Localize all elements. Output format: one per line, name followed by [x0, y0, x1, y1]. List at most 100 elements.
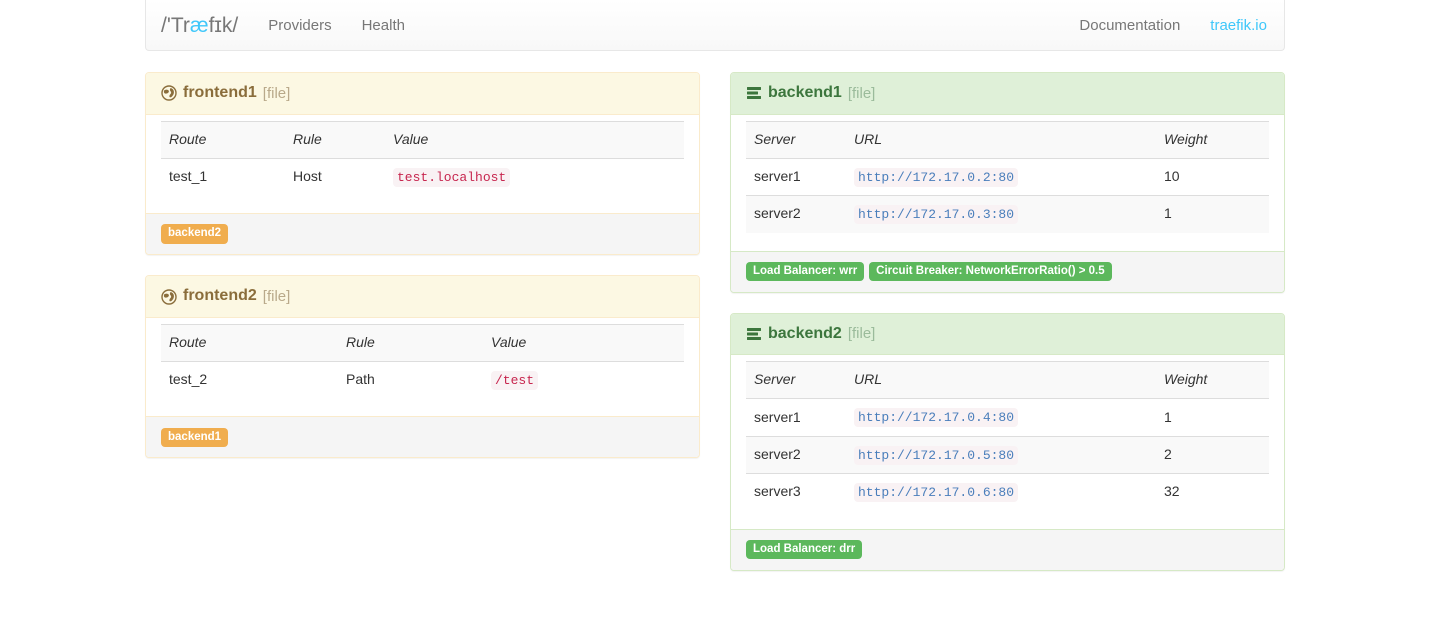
cell-value: test.localhost — [385, 158, 684, 195]
backend-table-wrap: Server URL Weight server1 http://172.17.… — [731, 355, 1284, 528]
backends-column: backend1 [file] Server URL Weight — [730, 72, 1285, 591]
column-header-url: URL — [846, 362, 1156, 399]
cell-server: server1 — [746, 399, 846, 436]
brand-logo[interactable]: /'Træfɪk/ — [146, 15, 253, 36]
frontends-column: frontend1 [file] Route Rule Value — [145, 72, 700, 478]
column-header-route: Route — [161, 324, 338, 361]
frontend-panel-title: frontend2 [file] — [161, 286, 684, 307]
brand-suffix: fɪk/ — [209, 14, 239, 37]
frontend-panel-heading: frontend2 [file] — [146, 276, 699, 318]
frontend-table-wrap: Route Rule Value test_1 Host test.localh… — [146, 115, 699, 213]
backend-panel-heading: backend2 [file] — [731, 314, 1284, 356]
table-row: server2 http://172.17.0.5:80 2 — [746, 436, 1269, 473]
frontend-panel-body: Route Rule Value test_2 Path /test — [146, 318, 699, 416]
backend-panel-body: Server URL Weight server1 http://172.17.… — [731, 115, 1284, 251]
nav-link-documentation[interactable]: Documentation — [1064, 0, 1195, 51]
rule-value-code: /test — [491, 371, 538, 390]
nav-link-traefik-io[interactable]: traefik.io — [1195, 0, 1282, 51]
frontend-name: frontend1 — [183, 83, 257, 104]
nav-link-providers[interactable]: Providers — [253, 0, 346, 51]
server-stack-icon — [746, 85, 762, 101]
table-header-row: Server URL Weight — [746, 362, 1269, 399]
backend-panel-footer: Load Balancer: drr — [731, 529, 1284, 570]
frontend-panel-heading: frontend1 [file] — [146, 73, 699, 115]
cell-weight: 10 — [1156, 158, 1269, 195]
column-header-server: Server — [746, 362, 846, 399]
column-header-weight: Weight — [1156, 121, 1269, 158]
table-row: server1 http://172.17.0.4:80 1 — [746, 399, 1269, 436]
table-header-row: Route Rule Value — [161, 324, 684, 361]
frontend-routes-table: Route Rule Value test_1 Host test.localh… — [161, 121, 684, 195]
nav-link-health[interactable]: Health — [347, 0, 420, 51]
frontend-panel: frontend1 [file] Route Rule Value — [145, 72, 700, 255]
backend-link-badge[interactable]: backend2 — [161, 224, 228, 244]
cell-url: http://172.17.0.3:80 — [846, 196, 1156, 233]
backend-panel-title: backend2 [file] — [746, 324, 1269, 345]
backend-panel-title: backend1 [file] — [746, 83, 1269, 104]
rule-value-code: test.localhost — [393, 168, 510, 187]
navbar-left-group: /'Træfɪk/ Providers Health — [146, 0, 420, 50]
table-row: test_2 Path /test — [161, 361, 684, 398]
table-header-row: Server URL Weight — [746, 121, 1269, 158]
backend-panel-body: Server URL Weight server1 http://172.17.… — [731, 355, 1284, 528]
server-url-code: http://172.17.0.2:80 — [854, 168, 1018, 187]
backend-provider: [file] — [848, 84, 876, 104]
backend-servers-table: Server URL Weight server1 http://172.17.… — [746, 121, 1269, 233]
circuit-breaker-badge[interactable]: Circuit Breaker: NetworkErrorRatio() > 0… — [869, 262, 1111, 282]
cell-weight: 1 — [1156, 399, 1269, 436]
cell-server: server1 — [746, 158, 846, 195]
frontend-panel: frontend2 [file] Route Rule Value — [145, 275, 700, 458]
cell-rule: Host — [285, 158, 385, 195]
brand-accent-letter: æ — [190, 14, 209, 37]
table-row: test_1 Host test.localhost — [161, 158, 684, 195]
navbar-right-group: Documentation traefik.io — [1064, 0, 1284, 50]
load-balancer-badge[interactable]: Load Balancer: drr — [746, 540, 862, 560]
cell-weight: 1 — [1156, 196, 1269, 233]
frontend-panel-title: frontend1 [file] — [161, 83, 684, 104]
table-row: server2 http://172.17.0.3:80 1 — [746, 196, 1269, 233]
column-header-weight: Weight — [1156, 362, 1269, 399]
column-header-rule: Rule — [338, 324, 483, 361]
cell-rule: Path — [338, 361, 483, 398]
cell-url: http://172.17.0.4:80 — [846, 399, 1156, 436]
table-row: server1 http://172.17.0.2:80 10 — [746, 158, 1269, 195]
server-url-code: http://172.17.0.3:80 — [854, 205, 1018, 224]
cell-url: http://172.17.0.2:80 — [846, 158, 1156, 195]
frontend-provider: [file] — [263, 84, 291, 104]
column-header-route: Route — [161, 121, 285, 158]
backend-panel: backend2 [file] Server URL Weight — [730, 313, 1285, 571]
backend-panel: backend1 [file] Server URL Weight — [730, 72, 1285, 293]
globe-icon — [161, 289, 177, 305]
backend-name: backend2 — [768, 324, 842, 345]
cell-url: http://172.17.0.6:80 — [846, 474, 1156, 511]
backend-link-badge[interactable]: backend1 — [161, 428, 228, 448]
brand-prefix: /'Tr — [161, 14, 190, 37]
globe-icon — [161, 85, 177, 101]
frontend-routes-table: Route Rule Value test_2 Path /test — [161, 324, 684, 398]
traefik-dashboard-page: /'Træfɪk/ Providers Health Documentation… — [0, 0, 1429, 621]
cell-weight: 32 — [1156, 474, 1269, 511]
server-url-code: http://172.17.0.5:80 — [854, 446, 1018, 465]
cell-server: server2 — [746, 196, 846, 233]
backend-panel-heading: backend1 [file] — [731, 73, 1284, 115]
column-header-rule: Rule — [285, 121, 385, 158]
column-header-value: Value — [483, 324, 684, 361]
frontend-panel-body: Route Rule Value test_1 Host test.localh… — [146, 115, 699, 213]
table-header-row: Route Rule Value — [161, 121, 684, 158]
column-header-value: Value — [385, 121, 684, 158]
backend-panel-footer: Load Balancer: wrr Circuit Breaker: Netw… — [731, 251, 1284, 292]
table-row: server3 http://172.17.0.6:80 32 — [746, 474, 1269, 511]
cell-weight: 2 — [1156, 436, 1269, 473]
frontend-panel-footer: backend2 — [146, 213, 699, 254]
cell-route: test_1 — [161, 158, 285, 195]
backend-provider: [file] — [848, 324, 876, 344]
cell-route: test_2 — [161, 361, 338, 398]
cell-url: http://172.17.0.5:80 — [846, 436, 1156, 473]
server-stack-icon — [746, 326, 762, 342]
backend-table-wrap: Server URL Weight server1 http://172.17.… — [731, 115, 1284, 251]
server-url-code: http://172.17.0.4:80 — [854, 408, 1018, 427]
load-balancer-badge[interactable]: Load Balancer: wrr — [746, 262, 864, 282]
column-header-url: URL — [846, 121, 1156, 158]
cell-value: /test — [483, 361, 684, 398]
frontend-name: frontend2 — [183, 286, 257, 307]
